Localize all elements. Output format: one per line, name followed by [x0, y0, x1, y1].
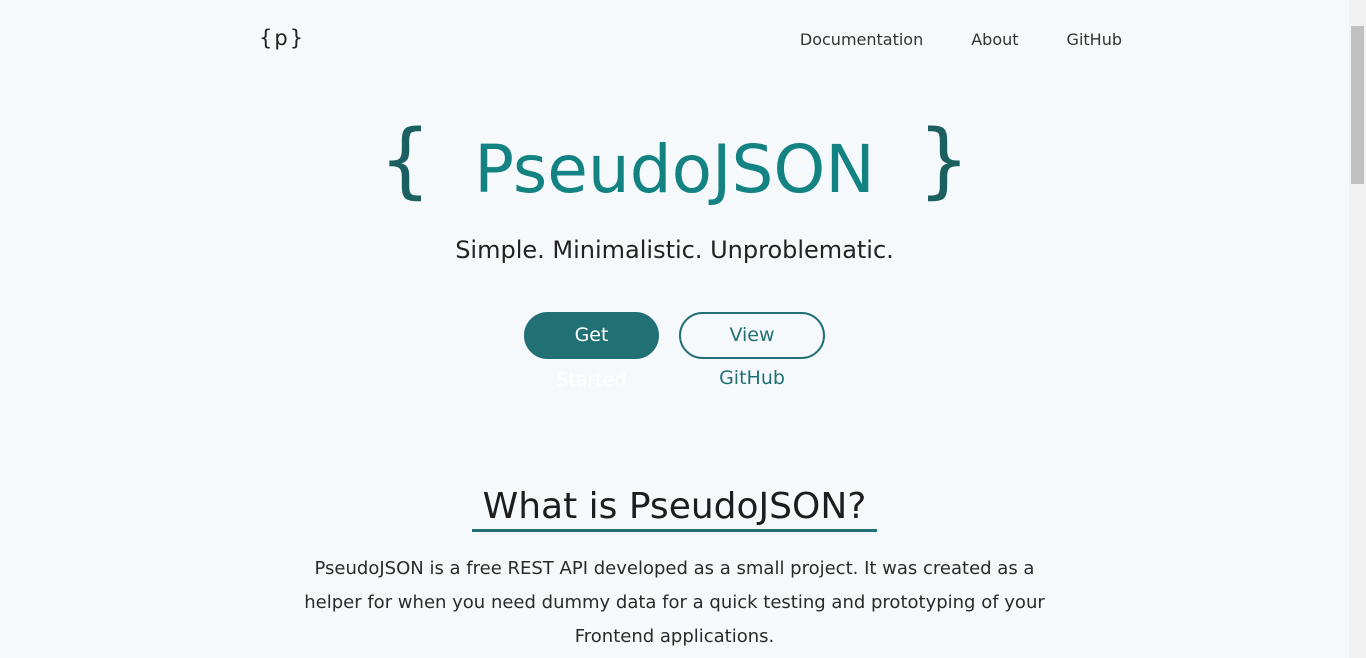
- hero-title: { PseudoJSON }: [0, 108, 1349, 215]
- nav-documentation[interactable]: Documentation: [800, 30, 923, 49]
- hero-tagline: Simple. Minimalistic. Unproblematic.: [455, 236, 894, 264]
- hero-open-brace: {: [379, 113, 432, 208]
- page: {p} Documentation About GitHub { PseudoJ…: [0, 0, 1349, 658]
- get-started-button[interactable]: Get Started: [524, 312, 659, 391]
- nav-github[interactable]: GitHub: [1067, 30, 1122, 49]
- hero-title-text: PseudoJSON: [474, 131, 875, 209]
- scrollbar-thumb[interactable]: [1351, 26, 1364, 184]
- top-nav: Documentation About GitHub: [800, 30, 1122, 49]
- section-heading: What is PseudoJSON?: [472, 486, 877, 532]
- vertical-scrollbar[interactable]: [1349, 0, 1366, 658]
- logo[interactable]: {p}: [259, 26, 305, 50]
- hero-close-brace: }: [917, 113, 970, 208]
- section-description: PseudoJSON is a free REST API developed …: [304, 558, 1045, 647]
- nav-about[interactable]: About: [971, 30, 1018, 49]
- view-github-button[interactable]: View GitHub: [679, 312, 825, 389]
- hero-actions: Get Started View GitHub: [524, 312, 825, 391]
